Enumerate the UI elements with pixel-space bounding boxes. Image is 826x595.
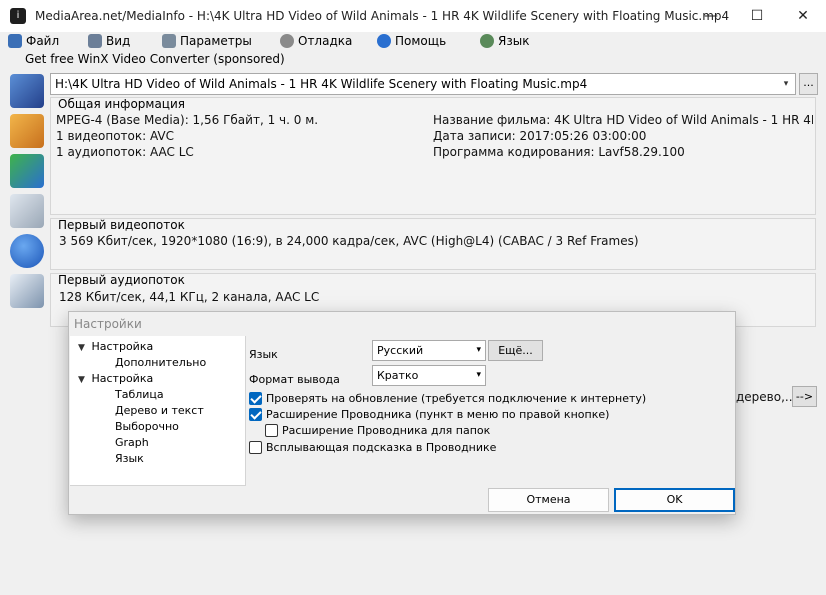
menu-language[interactable]: Язык [480, 34, 529, 48]
tree-item-table[interactable]: Таблица [115, 388, 164, 401]
menu-debug-label: Отладка [298, 34, 353, 48]
audio-stream-title: Первый аудиопоток [58, 273, 185, 287]
output-format-label: Формат вывода [249, 373, 340, 386]
language-select[interactable]: Русский ▾ [372, 340, 486, 361]
menu-view[interactable]: Вид [88, 34, 130, 48]
chevron-down-icon[interactable]: ▾ [777, 74, 795, 94]
left-toolbar [8, 72, 46, 592]
general-info-line: 1 аудиопоток: AAC LC [56, 145, 194, 159]
view-mode-button[interactable]: --> [792, 386, 817, 407]
tree-node-label: Настройка [91, 372, 154, 385]
general-info-group: Общая информация MPEG-4 (Base Media): 1,… [50, 97, 816, 215]
tree-item-custom[interactable]: Выборочно [115, 420, 179, 433]
open-folder-icon[interactable] [10, 114, 44, 148]
tree-node-setup[interactable]: ▼ Настройка [78, 340, 153, 353]
more-languages-button[interactable]: Ещё... [488, 340, 543, 361]
tree-item-advanced[interactable]: Дополнительно [115, 356, 206, 369]
shell-extension-folders-label: Расширение Проводника для папок [282, 424, 491, 437]
file-icon [8, 34, 22, 48]
mediainfo-app-icon: i [10, 8, 26, 24]
language-icon [480, 34, 494, 48]
shell-extension-checkbox[interactable] [249, 408, 262, 421]
audio-stream-line: 128 Кбит/сек, 44,1 КГц, 2 канала, AAC LC [59, 290, 320, 304]
shell-extension-label: Расширение Проводника (пункт в меню по п… [266, 408, 610, 421]
menu-file-label: Файл [26, 34, 60, 48]
video-stream-group: Первый видеопоток 3 569 Кбит/сек, 1920*1… [50, 218, 816, 270]
tree-item-language[interactable]: Язык [115, 452, 144, 465]
general-info-line: MPEG-4 (Base Media): 1,56 Гбайт, 1 ч. 0 … [56, 113, 319, 127]
help-icon [377, 34, 391, 48]
expand-icon[interactable]: ▼ [78, 343, 88, 353]
ok-button[interactable]: OK [614, 488, 735, 512]
debug-icon [280, 34, 294, 48]
dialog-title: Настройки [74, 317, 142, 331]
minimize-button[interactable]: — [688, 0, 734, 32]
tree-item-graph[interactable]: Graph [115, 436, 149, 449]
menu-options-label: Параметры [180, 34, 252, 48]
general-info-line: 1 видеопоток: AVC [56, 129, 174, 143]
shell-tooltip-checkbox[interactable] [249, 441, 262, 454]
menu-language-label: Язык [498, 34, 530, 48]
chevron-down-icon: ▾ [476, 370, 481, 380]
output-format-value: Кратко [377, 369, 419, 382]
general-info-line: Дата записи: 2017:05:26 03:00:00 [433, 129, 647, 143]
export-icon[interactable] [10, 154, 44, 188]
view-icon [88, 34, 102, 48]
general-info-line: Программа кодирования: Lavf58.29.100 [433, 145, 685, 159]
expand-icon[interactable]: ▼ [78, 375, 88, 385]
shell-extension-folders-option[interactable]: Расширение Проводника для папок [265, 424, 490, 437]
file-selector-value: H:\4K Ultra HD Video of Wild Animals - 1… [55, 77, 588, 91]
settings-tools-icon[interactable] [10, 194, 44, 228]
open-file-icon[interactable] [10, 74, 44, 108]
general-info-line: Название фильма: 4K Ultra HD Video of Wi… [433, 113, 813, 127]
general-info-title: Общая информация [58, 97, 185, 111]
shell-extension-folders-checkbox[interactable] [265, 424, 278, 437]
menu-help-label: Помощь [395, 34, 447, 48]
options-icon [162, 34, 176, 48]
menu-file[interactable]: Файл [8, 34, 59, 48]
check-updates-option[interactable]: Проверять на обновление (требуется подкл… [249, 392, 646, 405]
menu-view-label: Вид [106, 34, 131, 48]
shell-tooltip-label: Всплывающая подсказка в Проводнике [266, 441, 497, 454]
sponsor-link[interactable]: Get free WinX Video Converter (sponsored… [25, 52, 285, 66]
tree-item-tree-text[interactable]: Дерево и текст [115, 404, 204, 417]
file-selector[interactable]: H:\4K Ultra HD Video of Wild Animals - 1… [50, 73, 796, 95]
tree-node-label: Настройка [91, 340, 154, 353]
tree-node-setup[interactable]: ▼ Настройка [78, 372, 153, 385]
menu-debug[interactable]: Отладка [280, 34, 352, 48]
settings-tree: ▼ Настройка Дополнительно ▼ Настройка Та… [70, 336, 246, 486]
video-stream-title: Первый видеопоток [58, 218, 185, 232]
language-label: Язык [249, 348, 278, 361]
window-title: MediaArea.net/MediaInfo - H:\4K Ultra HD… [35, 9, 730, 23]
output-format-select[interactable]: Кратко ▾ [372, 365, 486, 386]
menu-help[interactable]: Помощь [377, 34, 446, 48]
knowledge-icon[interactable] [10, 274, 44, 308]
shell-extension-option[interactable]: Расширение Проводника (пункт в меню по п… [249, 408, 609, 421]
shell-tooltip-option[interactable]: Всплывающая подсказка в Проводнике [249, 441, 496, 454]
menu-options[interactable]: Параметры [162, 34, 252, 48]
maximize-button[interactable]: ☐ [734, 0, 780, 32]
language-select-value: Русский [377, 344, 424, 357]
check-updates-label: Проверять на обновление (требуется подкл… [266, 392, 647, 405]
about-info-icon[interactable] [10, 234, 44, 268]
close-button[interactable]: ✕ [780, 0, 826, 32]
video-stream-line: 3 569 Кбит/сек, 1920*1080 (16:9), в 24,0… [59, 234, 639, 248]
browse-button[interactable]: ... [799, 73, 818, 95]
settings-dialog: Настройки ▼ Настройка Дополнительно ▼ На… [68, 311, 736, 515]
cancel-button[interactable]: Отмена [488, 488, 609, 512]
check-updates-checkbox[interactable] [249, 392, 262, 405]
chevron-down-icon: ▾ [476, 345, 481, 355]
